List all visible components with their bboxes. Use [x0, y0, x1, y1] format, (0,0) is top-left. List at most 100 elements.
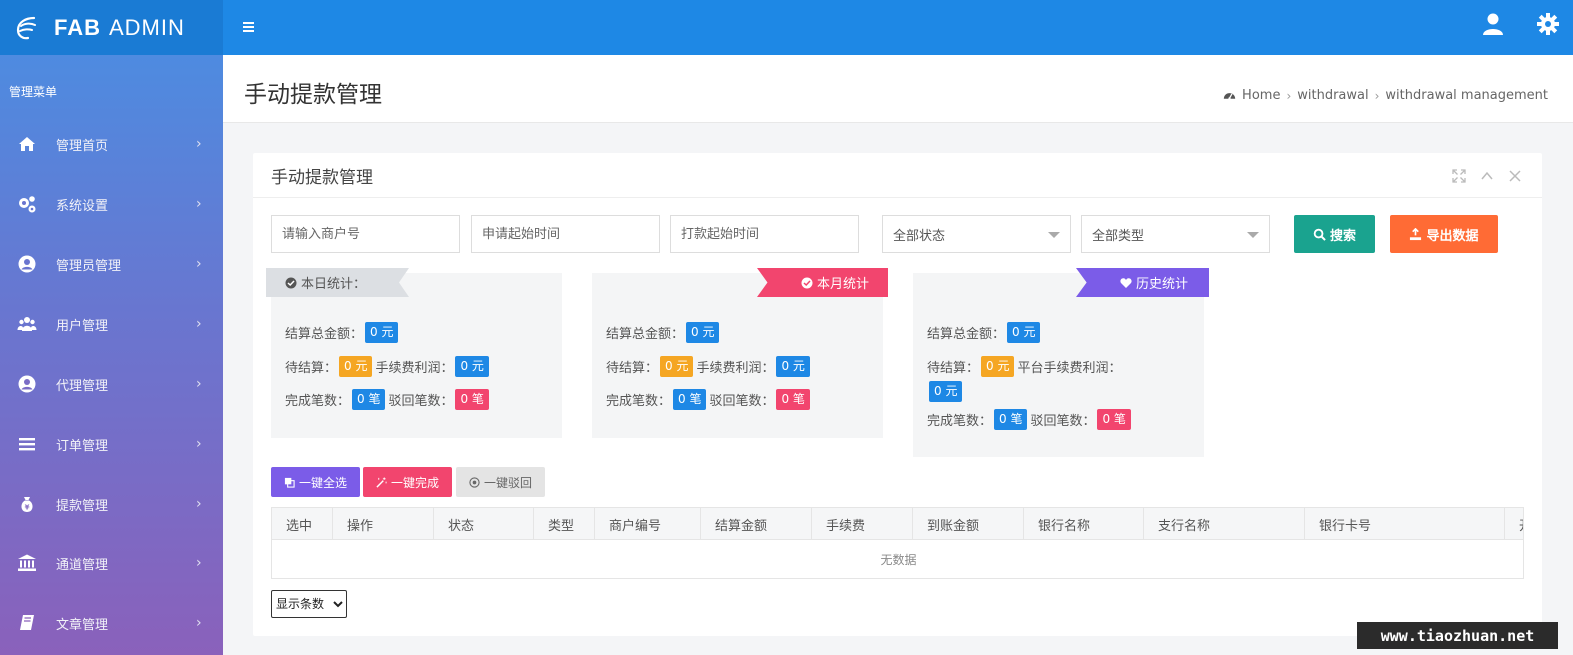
chevron-right-icon: › — [196, 256, 202, 272]
column-header[interactable]: 手续费 — [812, 508, 913, 540]
gears-icon — [19, 196, 36, 213]
panel-divider — [253, 197, 1542, 198]
total-label: 结算总金额： — [285, 327, 364, 342]
dashboard-icon — [1223, 93, 1236, 100]
column-header[interactable]: 结算金额 — [701, 508, 812, 540]
chevron-right-icon: › — [196, 376, 202, 392]
today-ribbon-label: 本日统计： — [301, 277, 367, 292]
status-select-value: 全部状态 — [893, 228, 946, 244]
column-header[interactable]: 商户编号 — [595, 508, 701, 540]
copy-icon — [284, 477, 295, 488]
sidebar-item-withdrawal-management[interactable]: ¥ 提款管理 › — [0, 484, 223, 524]
sidebar-item-label: 订单管理 — [56, 438, 109, 454]
type-select[interactable]: 全部类型 — [1081, 215, 1270, 253]
pending-label: 待结算： — [927, 361, 980, 376]
sidebar-item-agent-management[interactable]: 代理管理 › — [0, 364, 223, 404]
brand-name-bold: FAB — [54, 14, 101, 40]
history-total-row: 结算总金额： 0 元 — [927, 322, 1043, 343]
today-count-row: 完成笔数： 0 笔 驳回笔数： 0 笔 — [285, 389, 492, 410]
history-total-value: 0 元 — [1007, 322, 1041, 343]
history-reject-value: 0 笔 — [1097, 409, 1131, 430]
chevron-right-icon: › — [196, 436, 202, 452]
check-circle-icon — [285, 277, 297, 288]
panel-title: 手动提款管理 — [271, 168, 373, 188]
sidebar-item-admin-management[interactable]: 管理员管理 › — [0, 244, 223, 284]
search-button-label: 搜索 — [1329, 228, 1356, 244]
merchant-number-input[interactable] — [271, 215, 460, 253]
select-all-button[interactable]: 一键全选 — [271, 467, 360, 497]
payment-start-time-input[interactable] — [670, 215, 859, 253]
column-header[interactable]: 开 — [1505, 508, 1523, 540]
menu-toggle-icon[interactable] — [243, 17, 257, 37]
column-header[interactable]: 银行卡号 — [1305, 508, 1505, 540]
breadcrumb-home[interactable]: Home — [1242, 88, 1280, 103]
search-icon — [1313, 228, 1326, 241]
sidebar-item-home[interactable]: 管理首页 › — [0, 124, 223, 164]
expand-icon[interactable] — [1452, 169, 1466, 183]
complete-all-label: 一键完成 — [390, 475, 439, 490]
search-button[interactable]: 搜索 — [1294, 215, 1375, 253]
column-header[interactable]: 到账金额 — [913, 508, 1024, 540]
platform-fee-label: 平台手续费利润： — [1017, 361, 1122, 376]
status-select[interactable]: 全部状态 — [882, 215, 1071, 253]
column-header[interactable]: 支行名称 — [1144, 508, 1305, 540]
empty-table-message: 无数据 — [880, 553, 917, 567]
month-reject-value: 0 笔 — [776, 389, 810, 410]
breadcrumb-current: withdrawal management — [1385, 88, 1548, 103]
content-header: 手动提款管理 Home › withdrawal › withdrawal ma… — [223, 55, 1573, 123]
collapse-icon[interactable] — [1480, 169, 1494, 183]
sidebar-item-channel-management[interactable]: 通道管理 › — [0, 543, 223, 583]
today-fee-value: 0 元 — [455, 356, 489, 377]
reject-label: 驳回笔数： — [388, 394, 454, 409]
sidebar-item-label: 管理首页 — [56, 138, 109, 154]
table-header: 选中 操作 状态 类型 商户编号 结算金额 手续费 到账金额 银行名称 支行名称… — [272, 508, 1523, 540]
column-header[interactable]: 状态 — [434, 508, 534, 540]
svg-text:¥: ¥ — [25, 504, 30, 512]
today-reject-value: 0 笔 — [455, 389, 489, 410]
sidebar-item-system-settings[interactable]: 系统设置 › — [0, 184, 223, 224]
apply-start-time-input[interactable] — [471, 215, 660, 253]
history-stats-box: 结算总金额： 0 元 待结算： 0 元 平台手续费利润： 0 元 完成笔数： 0… — [913, 273, 1204, 457]
page-title: 手动提款管理 — [244, 82, 382, 108]
column-header[interactable]: 操作 — [333, 508, 434, 540]
page-size-select[interactable]: 显示条数 — [271, 590, 347, 618]
month-ribbon-label: 本月统计 — [817, 277, 870, 292]
user-icon[interactable] — [1481, 12, 1505, 36]
brand[interactable]: FAB ADMIN — [0, 0, 223, 55]
sidebar-item-label: 系统设置 — [56, 198, 109, 214]
complete-all-button[interactable]: 一键完成 — [363, 467, 452, 497]
month-pending-value: 0 元 — [660, 356, 694, 377]
pending-label: 待结算： — [606, 361, 659, 376]
history-count-row: 完成笔数： 0 笔 驳回笔数： 0 笔 — [927, 409, 1134, 430]
gear-icon[interactable] — [1536, 12, 1560, 36]
month-done-value: 0 笔 — [673, 389, 707, 410]
logo-icon — [16, 16, 36, 39]
fee-label: 手续费利润： — [375, 361, 454, 376]
chevron-right-icon: › — [196, 136, 202, 152]
column-header[interactable]: 选中 — [272, 508, 333, 540]
top-bar: FAB ADMIN — [0, 0, 1573, 55]
export-data-button[interactable]: 导出数据 — [1390, 215, 1498, 253]
user-circle-icon — [18, 255, 36, 273]
column-header[interactable]: 类型 — [534, 508, 595, 540]
sidebar-item-label: 代理管理 — [56, 378, 109, 394]
today-done-value: 0 笔 — [352, 389, 386, 410]
sidebar-item-article-management[interactable]: 文章管理 › — [0, 603, 223, 643]
chevron-right-icon: › — [196, 615, 202, 631]
today-stats-box: 结算总金额： 0 元 待结算： 0 元 手续费利润： 0 元 完成笔数： 0 笔… — [271, 273, 562, 438]
column-header[interactable]: 银行名称 — [1024, 508, 1144, 540]
done-label: 完成笔数： — [606, 394, 672, 409]
breadcrumb-withdrawal[interactable]: withdrawal — [1297, 88, 1368, 103]
reject-label: 驳回笔数： — [1030, 414, 1096, 429]
reject-all-button[interactable]: 一键驳回 — [456, 467, 545, 497]
home-icon — [19, 137, 35, 151]
month-stats-box: 结算总金额： 0 元 待结算： 0 元 手续费利润： 0 元 完成笔数： 0 笔… — [592, 273, 883, 438]
list-icon — [19, 438, 35, 451]
month-fee-value: 0 元 — [776, 356, 810, 377]
bank-icon — [18, 554, 36, 571]
close-icon[interactable] — [1508, 169, 1522, 183]
sidebar-item-order-management[interactable]: 订单管理 › — [0, 424, 223, 464]
sidebar-item-user-management[interactable]: 用户管理 › — [0, 304, 223, 344]
fee-label: 手续费利润： — [696, 361, 775, 376]
history-done-value: 0 笔 — [994, 409, 1028, 430]
